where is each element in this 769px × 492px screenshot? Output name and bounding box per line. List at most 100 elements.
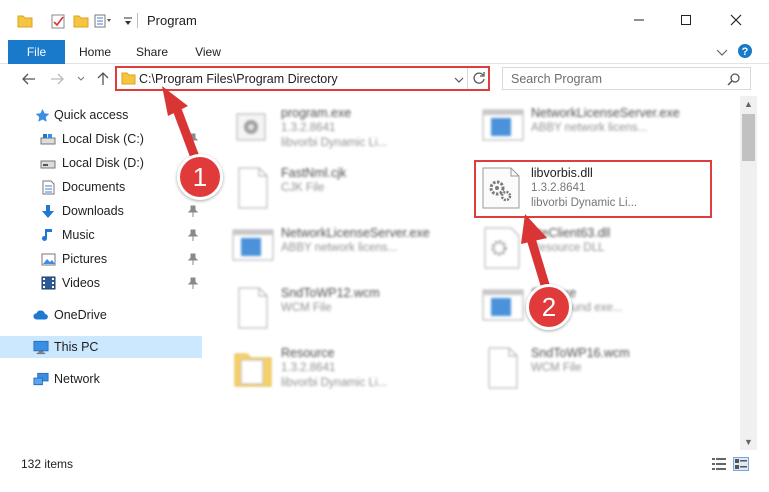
- sidebar-item-local-disk-d[interactable]: Local Disk (D:): [0, 152, 202, 174]
- list-item[interactable]: NetworkLicenseServer.exe ABBY network li…: [231, 224, 481, 282]
- exe-icon: [231, 104, 275, 152]
- tab-file[interactable]: File: [8, 40, 65, 64]
- file-name: SndToWP12.wcm: [281, 286, 380, 300]
- sidebar-item-label: Local Disk (C:): [62, 132, 144, 146]
- sidebar-item-this-pc[interactable]: This PC: [0, 336, 202, 358]
- network-icon: [33, 371, 49, 387]
- sidebar-item-pictures[interactable]: Pictures: [0, 248, 202, 270]
- list-item[interactable]: FastNml.cjk CJK File: [231, 164, 481, 222]
- sidebar-item-music[interactable]: Music: [0, 224, 202, 246]
- scroll-down-icon[interactable]: ▼: [740, 434, 757, 450]
- pin-icon[interactable]: [187, 133, 199, 145]
- forward-button[interactable]: [47, 69, 67, 89]
- list-item[interactable]: Sec.exe background exe...: [481, 284, 731, 342]
- list-item[interactable]: SndToWP12.wcm WCM File: [231, 284, 481, 342]
- file-name: program.exe: [281, 106, 352, 120]
- navigation-pane: Quick access Local Disk (C:) Local Disk …: [0, 96, 205, 450]
- file-name: ateClient63.dll: [531, 226, 611, 240]
- svg-text:?: ?: [742, 46, 749, 58]
- step-badge-2: 2: [526, 284, 572, 330]
- list-item[interactable]: SndToWP16.wcm WCM File: [481, 344, 731, 402]
- tab-home[interactable]: Home: [73, 40, 117, 64]
- search-icon[interactable]: [727, 72, 741, 89]
- file-icon: [231, 284, 275, 332]
- tab-share[interactable]: Share: [129, 40, 175, 64]
- sidebar-item-onedrive[interactable]: OneDrive: [0, 304, 202, 326]
- star-icon: [34, 107, 50, 123]
- back-button[interactable]: [19, 69, 39, 89]
- dropdown-arrow-icon[interactable]: [122, 11, 134, 31]
- videos-icon: [40, 275, 56, 291]
- sidebar-item-label: Music: [62, 228, 95, 242]
- address-path[interactable]: C:\Program Files\Program Directory: [139, 72, 338, 86]
- sidebar-item-videos[interactable]: Videos: [0, 272, 202, 294]
- vertical-scrollbar[interactable]: ▲ ▼: [740, 96, 757, 450]
- file-detail: ABBY network licens...: [531, 122, 648, 134]
- app-window-icon: [231, 224, 275, 272]
- sidebar-item-label: This PC: [54, 340, 99, 354]
- file-detail: 1.3.2.8641: [281, 122, 336, 134]
- details-view-icon[interactable]: [711, 457, 727, 471]
- recent-locations-icon[interactable]: [75, 69, 87, 89]
- file-name: FastNml.cjk: [281, 166, 347, 180]
- nav-top-spacer: [0, 96, 205, 104]
- close-button[interactable]: [713, 6, 759, 34]
- folder-icon: [231, 344, 275, 392]
- search-input[interactable]: Search Program: [502, 67, 751, 90]
- new-folder-icon[interactable]: [72, 11, 90, 31]
- pin-icon[interactable]: [187, 277, 199, 289]
- folder-icon[interactable]: [17, 11, 33, 31]
- list-item[interactable]: program.exe 1.3.2.8641 libvorbi Dynamic …: [231, 104, 481, 162]
- file-detail: CJK File: [281, 182, 325, 194]
- sidebar-item-quick-access[interactable]: Quick access: [0, 104, 202, 126]
- pin-icon[interactable]: [187, 253, 199, 265]
- file-icon: [231, 164, 275, 212]
- file-name: Resource: [281, 346, 335, 360]
- tab-view[interactable]: View: [186, 40, 230, 64]
- customize-toolbar-icon[interactable]: [93, 11, 113, 31]
- expand-ribbon-icon[interactable]: [716, 46, 730, 58]
- file-detail: 1.3.2.8641: [281, 362, 336, 374]
- dll-gear-icon: [481, 224, 525, 272]
- help-icon[interactable]: ?: [737, 43, 753, 59]
- ribbon-tabs: File Home Share View ?: [0, 40, 769, 64]
- file-name: NetworkLicenseServer.exe: [531, 106, 680, 120]
- search-placeholder: Search Program: [511, 72, 603, 86]
- app-window-icon: [481, 284, 525, 332]
- status-bar: 132 items: [0, 450, 769, 492]
- sidebar-item-network[interactable]: Network: [0, 368, 202, 390]
- file-name: NetworkLicenseServer.exe: [281, 226, 430, 240]
- documents-icon: [40, 179, 56, 195]
- step-badge-1: 1: [177, 154, 223, 200]
- sidebar-item-local-disk-c[interactable]: Local Disk (C:): [0, 128, 202, 150]
- address-dropdown-icon[interactable]: [454, 73, 464, 87]
- scroll-up-icon[interactable]: ▲: [740, 96, 757, 112]
- file-detail: Resource DLL: [531, 242, 605, 254]
- address-bar[interactable]: C:\Program Files\Program Directory: [115, 66, 490, 91]
- file-detail: WCM File: [281, 302, 332, 314]
- download-icon: [40, 203, 56, 219]
- list-item[interactable]: ateClient63.dll Resource DLL: [481, 224, 731, 282]
- refresh-icon[interactable]: [472, 71, 486, 88]
- file-detail: libvorbi Dynamic Li...: [281, 137, 388, 149]
- properties-icon[interactable]: [48, 11, 68, 31]
- tiles-view-icon[interactable]: [733, 457, 749, 471]
- list-item[interactable]: Resource 1.3.2.8641 libvorbi Dynamic Li.…: [231, 344, 481, 402]
- minimize-button[interactable]: [616, 6, 662, 34]
- file-list: program.exe 1.3.2.8641 libvorbi Dynamic …: [205, 96, 739, 450]
- file-icon: [481, 344, 525, 392]
- folder-icon: [121, 71, 136, 88]
- sidebar-item-label: Quick access: [54, 108, 129, 122]
- file-detail: ABBY network licens...: [281, 242, 398, 254]
- scroll-thumb[interactable]: [742, 114, 755, 161]
- drive-icon: [40, 155, 56, 171]
- sidebar-item-documents[interactable]: Documents: [0, 176, 202, 198]
- list-item[interactable]: NetworkLicenseServer.exe ABBY network li…: [481, 104, 731, 162]
- up-button[interactable]: [93, 69, 113, 89]
- pin-icon[interactable]: [187, 205, 199, 217]
- pin-icon[interactable]: [187, 229, 199, 241]
- maximize-button[interactable]: [663, 6, 709, 34]
- app-window-icon: [481, 104, 525, 152]
- computer-icon: [33, 339, 49, 355]
- sidebar-item-downloads[interactable]: Downloads: [0, 200, 202, 222]
